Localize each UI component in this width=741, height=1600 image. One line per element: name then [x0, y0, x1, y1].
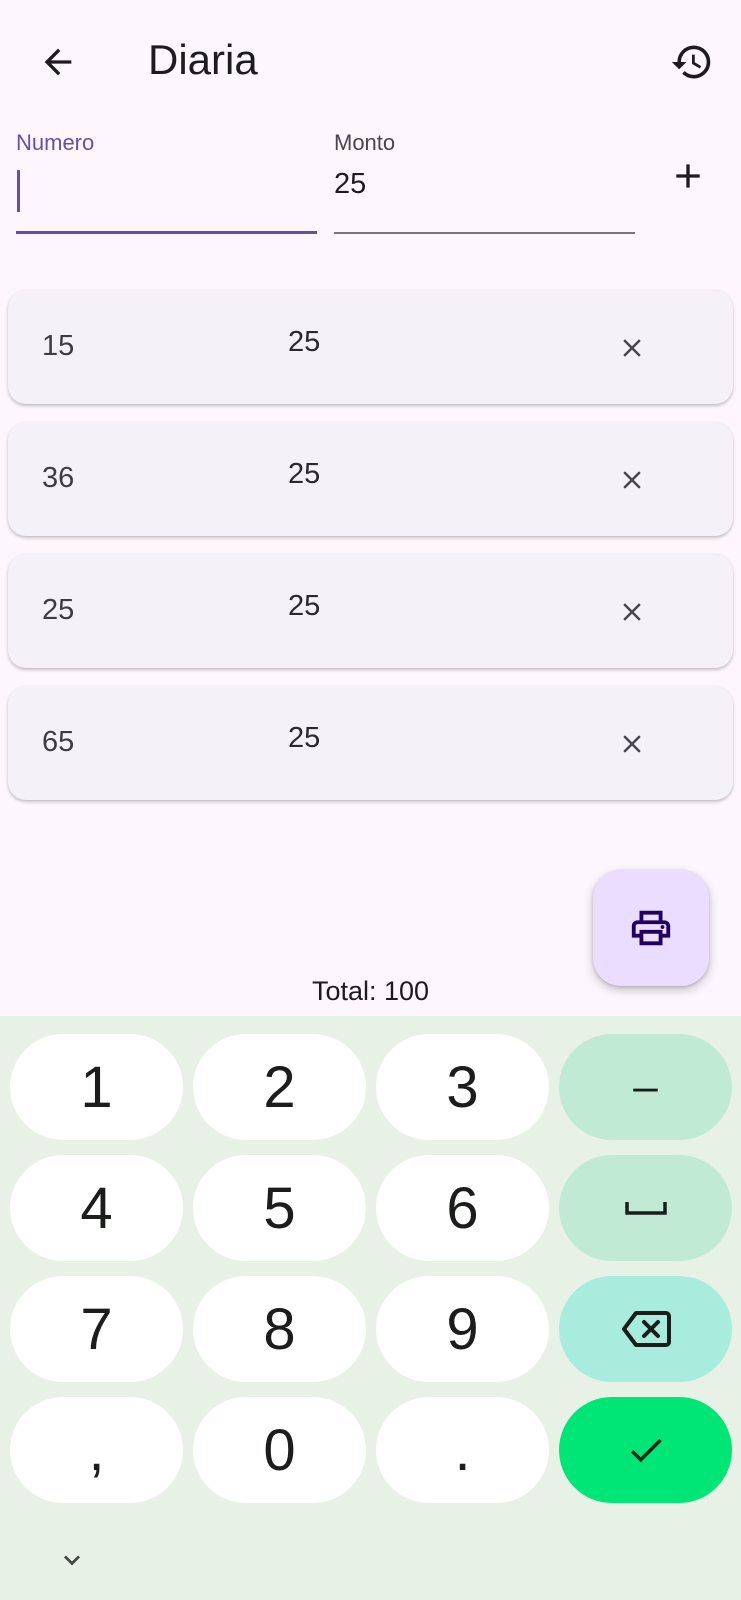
page-title: Diaria: [148, 36, 258, 83]
entry-numero: 15: [42, 330, 75, 362]
collapse-keyboard-button[interactable]: [50, 1538, 94, 1582]
key-0[interactable]: 0: [193, 1397, 366, 1503]
list-item: 15 25: [8, 290, 733, 404]
numero-field[interactable]: Numero: [16, 130, 317, 234]
list-item: 36 25: [8, 422, 733, 536]
entry-monto: 25: [288, 590, 321, 622]
close-icon: [623, 735, 641, 753]
backspace-icon: [621, 1311, 671, 1347]
numero-label: Numero: [16, 130, 95, 155]
check-icon: [630, 1438, 662, 1463]
key-9[interactable]: 9: [376, 1276, 549, 1382]
entry-numero: 65: [42, 726, 75, 758]
total-label: Total: 100: [311, 976, 430, 1006]
entry-numero: 36: [42, 462, 75, 494]
monto-underline: [334, 232, 635, 234]
list-item: 25 25: [8, 554, 733, 668]
arrow-back-icon: [44, 48, 72, 76]
key-4[interactable]: 4: [10, 1155, 183, 1261]
entries-list: 15 25 36 25 25 25 65 25: [8, 290, 733, 818]
key-space[interactable]: [559, 1155, 732, 1261]
close-icon: [623, 471, 641, 489]
numero-underline: [16, 231, 317, 234]
close-icon: [623, 603, 641, 621]
print-button[interactable]: [593, 870, 709, 986]
close-icon: [623, 339, 641, 357]
key-2[interactable]: 2: [193, 1034, 366, 1140]
monto-field[interactable]: Monto 25: [334, 130, 635, 234]
print-icon: [631, 910, 671, 946]
key-8[interactable]: 8: [193, 1276, 366, 1382]
key-5[interactable]: 5: [193, 1155, 366, 1261]
delete-entry-button[interactable]: [604, 716, 660, 772]
entry-monto: 25: [288, 326, 321, 358]
key-6[interactable]: 6: [376, 1155, 549, 1261]
space-icon: [624, 1202, 667, 1215]
app-bar: Diaria: [0, 0, 741, 120]
key-1[interactable]: 1: [10, 1034, 183, 1140]
delete-entry-button[interactable]: [604, 584, 660, 640]
history-button[interactable]: [664, 34, 720, 90]
chevron-down-icon: [64, 1555, 80, 1566]
plus-icon: [676, 164, 700, 188]
key-comma[interactable]: ,: [10, 1397, 183, 1503]
key-minus[interactable]: –: [559, 1034, 732, 1140]
monto-label: Monto: [334, 130, 396, 155]
key-enter[interactable]: [559, 1397, 732, 1503]
key-backspace[interactable]: [559, 1276, 732, 1382]
key-period[interactable]: .: [376, 1397, 549, 1503]
monto-value: 25: [334, 168, 367, 200]
text-caret: [17, 170, 20, 212]
add-entry-button[interactable]: [660, 148, 716, 204]
history-icon: [671, 45, 711, 79]
key-7[interactable]: 7: [10, 1276, 183, 1382]
delete-entry-button[interactable]: [604, 452, 660, 508]
delete-entry-button[interactable]: [604, 320, 660, 376]
list-item: 65 25: [8, 686, 733, 800]
entry-numero: 25: [42, 594, 75, 626]
key-3[interactable]: 3: [376, 1034, 549, 1140]
back-button[interactable]: [30, 34, 86, 90]
entry-monto: 25: [288, 458, 321, 490]
entry-monto: 25: [288, 722, 321, 754]
